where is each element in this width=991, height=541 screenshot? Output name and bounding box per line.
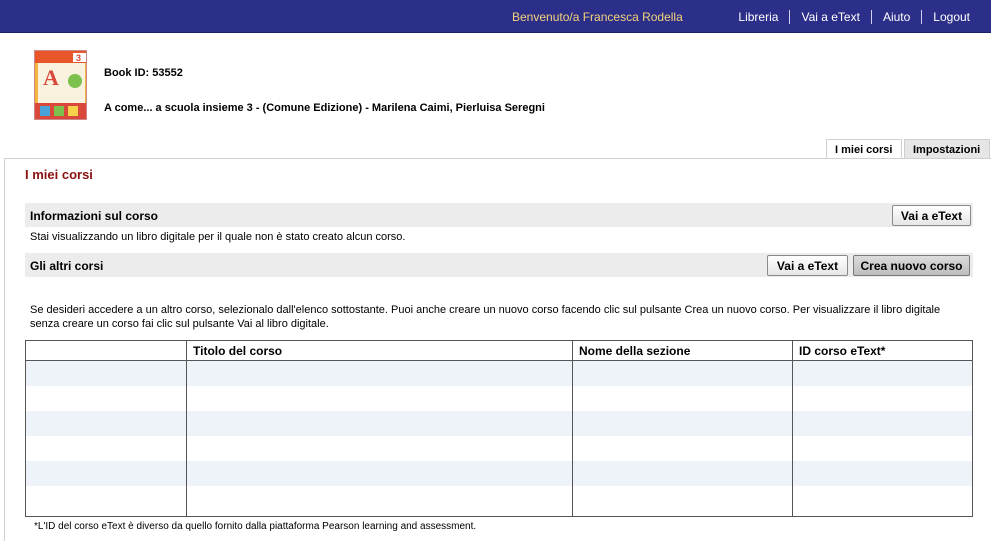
table-row[interactable]: [26, 386, 972, 411]
table-header-select[interactable]: [26, 341, 187, 360]
table-header-sezione[interactable]: Nome della sezione: [573, 341, 793, 360]
table-header-titolo[interactable]: Titolo del corso: [187, 341, 573, 360]
tab-impostazioni[interactable]: Impostazioni: [904, 139, 990, 159]
nav-libreria-link[interactable]: Libreria: [738, 10, 778, 24]
book-cover-image: A 3: [34, 50, 87, 120]
table-row[interactable]: [26, 461, 972, 486]
table-header-id[interactable]: ID corso eText*: [793, 341, 972, 360]
top-bar: Benvenuto/a Francesca Rodella Libreria V…: [0, 0, 991, 33]
table-row[interactable]: [26, 361, 972, 386]
vai-a-etext-button[interactable]: Vai a eText: [892, 205, 971, 226]
nav-separator: [921, 10, 923, 24]
nav-separator: [870, 10, 872, 24]
nav-separator: [789, 10, 791, 24]
footnote: *L'ID del corso eText è diverso da quell…: [34, 521, 477, 532]
table-row[interactable]: [26, 411, 972, 436]
tab-i-miei-corsi[interactable]: I miei corsi: [826, 139, 902, 159]
course-info-heading: Informazioni sul corso: [30, 209, 159, 223]
table-row[interactable]: [26, 486, 972, 517]
welcome-text: Benvenuto/a Francesca Rodella: [512, 10, 683, 24]
nav-vai-a-etext-link[interactable]: Vai a eText: [801, 10, 859, 24]
top-nav: Libreria Vai a eText Aiuto Logout: [738, 10, 970, 24]
table-row[interactable]: [26, 436, 972, 461]
course-info-text: Stai visualizzando un libro digitale per…: [30, 231, 406, 243]
table-header-row: Titolo del corso Nome della sezione ID c…: [26, 341, 972, 361]
panel-title: I miei corsi: [25, 167, 93, 182]
svg-text:3: 3: [76, 53, 81, 63]
crea-nuovo-corso-button[interactable]: Crea nuovo corso: [853, 255, 970, 276]
course-info-bar: Informazioni sul corso: [25, 203, 973, 227]
svg-text:A: A: [43, 65, 59, 90]
nav-aiuto-link[interactable]: Aiuto: [883, 10, 910, 24]
courses-table: Titolo del corso Nome della sezione ID c…: [25, 340, 973, 517]
other-courses-heading: Gli altri corsi: [30, 259, 104, 273]
book-title: A come... a scuola insieme 3 - (Comune E…: [104, 102, 545, 114]
nav-logout-link[interactable]: Logout: [933, 10, 970, 24]
other-vai-a-etext-button[interactable]: Vai a eText: [767, 255, 848, 276]
other-courses-description: Se desideri accedere a un altro corso, s…: [30, 304, 941, 330]
book-id: Book ID: 53552: [104, 67, 183, 79]
